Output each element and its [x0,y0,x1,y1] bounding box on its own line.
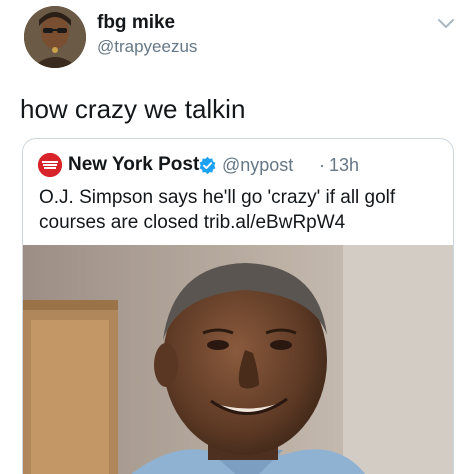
quoted-media-photo[interactable] [23,245,453,474]
display-name[interactable]: fbg mike [97,12,175,34]
avatar-portrait [24,6,86,68]
tweet-screenshot: fbg mike @trapyeezus how crazy we talkin… [0,0,474,474]
user-handle[interactable]: @trapyeezus [97,37,197,57]
nypost-logo-icon[interactable] [38,153,62,177]
quoted-display-name[interactable]: New York Post [68,154,199,176]
verified-badge-icon [198,156,217,175]
quoted-text-line-1: O.J. Simpson says he'll go 'crazy' if al… [39,187,396,208]
tweet-text: how crazy we talkin [20,94,246,124]
avatar[interactable] [24,6,86,68]
quoted-tweet-text: O.J. Simpson says he'll go 'crazy' if al… [39,185,439,235]
quoted-user-handle[interactable]: @nypost [222,155,293,176]
separator-dot: · [319,155,325,175]
photo-portrait [23,245,453,474]
chevron-down-icon[interactable] [436,16,456,30]
quoted-tweet-card[interactable]: New York Post @nypost · 13h O.J. Simpson… [22,138,454,474]
quoted-text-line-2: courses are closed trib.al/eBwRpW4 [39,212,346,233]
quoted-timestamp[interactable]: 13h [329,155,359,176]
